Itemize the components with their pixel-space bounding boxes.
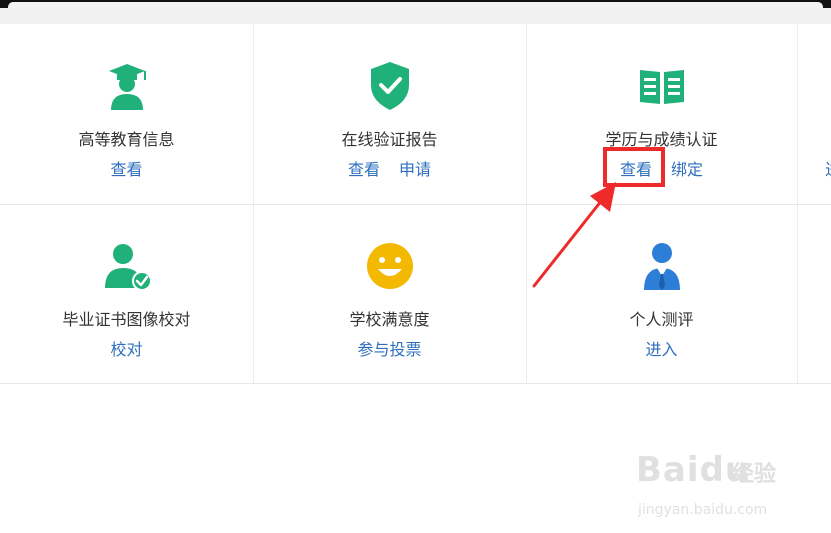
service-links: 查看 申请 xyxy=(253,156,526,180)
proofread-link[interactable]: 校对 xyxy=(110,340,142,359)
annotation-arrow-icon xyxy=(532,182,616,288)
service-card-certificate-proofread: 毕业证书图像校对 校对 xyxy=(0,204,253,384)
enter-link[interactable]: 进入 xyxy=(645,340,677,359)
service-card-online-verification: 在线验证报告 查看 申请 xyxy=(253,24,526,204)
service-title: 个人测评 xyxy=(629,310,694,329)
service-title: 在线验证报告 xyxy=(341,130,438,149)
watermark-cn-text: 经验 xyxy=(732,462,777,487)
smiley-icon xyxy=(362,238,418,294)
businessman-icon xyxy=(634,238,690,294)
shield-check-icon xyxy=(362,58,418,114)
service-links: 进入 xyxy=(526,336,797,360)
header-strip xyxy=(0,8,831,24)
service-card-higher-education: 高等教育信息 查看 xyxy=(0,24,253,204)
baidu-jingyan-watermark: Baidu 经验 jingyan.baidu.com xyxy=(636,440,796,530)
service-links: 参与投票 xyxy=(253,336,526,360)
apply-link[interactable]: 申请 xyxy=(399,160,431,179)
service-title: 学校满意度 xyxy=(349,310,430,329)
view-link[interactable]: 查看 xyxy=(348,160,380,179)
service-card-school-satisfaction: 学校满意度 参与投票 xyxy=(253,204,526,384)
view-link[interactable]: 查看 xyxy=(110,160,142,179)
graduate-icon xyxy=(99,58,155,114)
service-grid: 高等教育信息 查看 在线验证报告 查看 申请 学历与成绩认证 查看 绑定 毕业证… xyxy=(0,24,831,384)
service-links: 查看 xyxy=(0,156,253,180)
vote-link[interactable]: 参与投票 xyxy=(357,340,421,359)
certificate-book-icon xyxy=(634,58,690,114)
service-title: 高等教育信息 xyxy=(78,130,175,149)
window-top-border xyxy=(0,0,831,8)
column-divider xyxy=(797,24,798,384)
service-title: 毕业证书图像校对 xyxy=(62,310,191,329)
bind-link[interactable]: 绑定 xyxy=(671,160,703,179)
user-check-icon xyxy=(99,238,155,294)
partial-link[interactable]: 进 xyxy=(825,156,831,180)
watermark-url: jingyan.baidu.com xyxy=(638,502,768,518)
service-links: 校对 xyxy=(0,336,253,360)
